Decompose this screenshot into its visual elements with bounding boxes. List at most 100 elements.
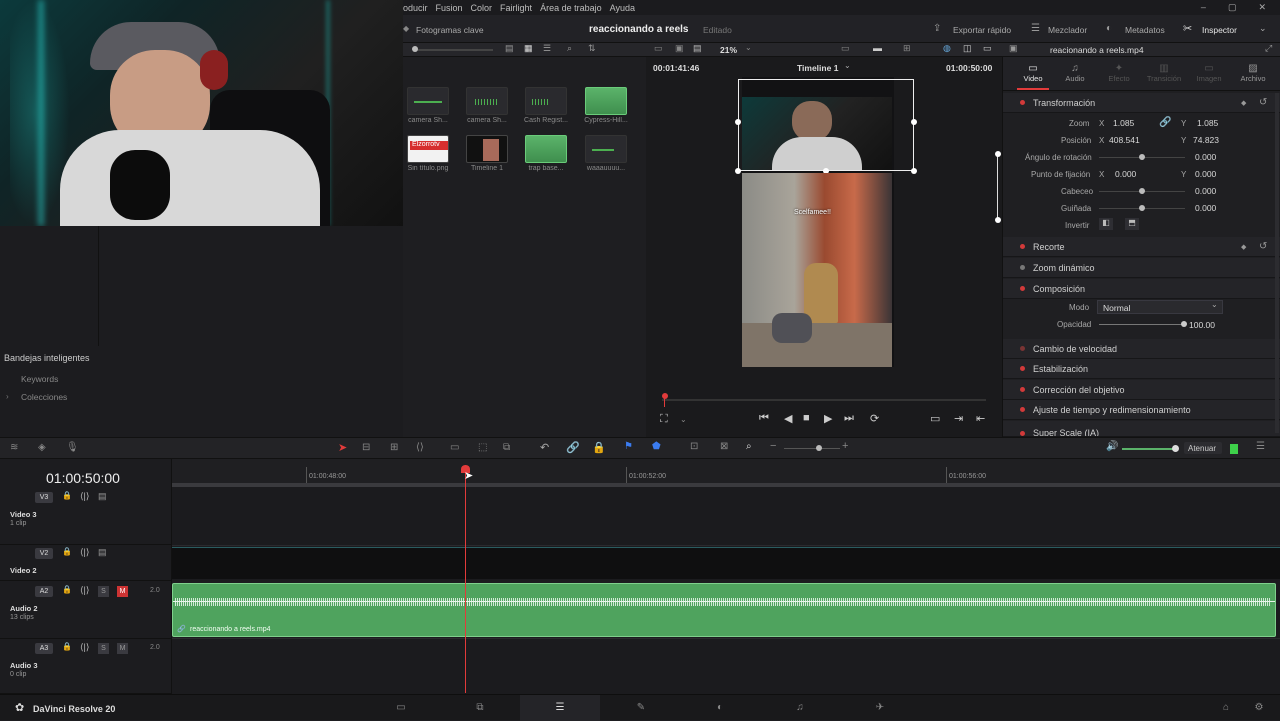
zoom-full-icon[interactable]: ⊡ (690, 441, 698, 452)
lens-correction-section[interactable]: Corrección del objetivo (1003, 380, 1280, 400)
mute-button[interactable]: M (117, 586, 128, 597)
chevron-down-icon[interactable]: ⌄ (1211, 300, 1218, 309)
mixer-button[interactable]: Mezclador (1048, 25, 1087, 35)
scrubber-track[interactable] (662, 399, 986, 401)
minimize-icon[interactable]: – (1201, 2, 1206, 13)
transform-handle[interactable] (911, 119, 917, 125)
menu-item[interactable]: Ayuda (610, 3, 635, 13)
menu-item[interactable]: oducir (403, 3, 428, 13)
auto-select-icon[interactable]: ⟨|⟩ (80, 491, 89, 502)
position-x-field[interactable]: 408.541 (1109, 135, 1140, 145)
viewer-layout-icon[interactable]: ▭ (654, 43, 663, 54)
menu-item[interactable]: Fusion (436, 3, 463, 13)
timeline-clip-thumb[interactable] (466, 135, 508, 163)
anchor-x-field[interactable]: 0.000 (1115, 169, 1136, 179)
safe-area-icon[interactable]: ▬ (873, 43, 882, 53)
audio-clip-thumb[interactable] (585, 135, 627, 163)
fairlight-page-icon[interactable]: ♫ (793, 702, 807, 714)
track-toggle-icon[interactable]: ▤ (98, 491, 107, 502)
dynamic-zoom-section[interactable]: Zoom dinámico (1003, 258, 1280, 278)
track-header-v2[interactable]: V2 🔒 ⟨|⟩ ▤ Video 2 (0, 545, 172, 581)
retime-section[interactable]: Ajuste de tiempo y redimensionamiento (1003, 400, 1280, 420)
position-y-field[interactable]: 74.823 (1193, 135, 1219, 145)
audio-clip-thumb[interactable] (525, 87, 567, 115)
blade-tool-icon[interactable]: ⟨⟩ (416, 442, 424, 453)
stabilization-section[interactable]: Estabilización (1003, 359, 1280, 379)
auto-select-icon[interactable]: ⟨|⟩ (80, 585, 89, 596)
edit-page-icon[interactable]: ☰ (553, 702, 567, 714)
transform-handle[interactable] (911, 168, 917, 174)
transform-handle[interactable] (995, 151, 1001, 157)
deliver-page-icon[interactable]: ✈ (873, 702, 887, 714)
transform-handle[interactable] (995, 217, 1001, 223)
replace-clip-icon[interactable]: ⧉ (503, 442, 510, 453)
tab-audio[interactable]: ♫ Audio (1059, 63, 1091, 83)
mixer-panel-icon[interactable]: ☰ (1256, 441, 1265, 452)
split-view-icon[interactable]: ◫ (963, 43, 972, 54)
next-edit-icon[interactable]: ⇥ (954, 412, 963, 425)
yaw-field[interactable]: 0.000 (1195, 203, 1216, 213)
expand-icon[interactable]: ⤢ (1265, 43, 1272, 54)
inspector-button[interactable]: Inspector (1202, 25, 1237, 35)
thumbnail-size-slider[interactable] (413, 49, 493, 51)
keywords-item[interactable]: Keywords (21, 374, 58, 384)
zoom-custom-icon[interactable]: ⌕ (746, 441, 752, 452)
timeline-timecode[interactable]: 01:00:50:00 (46, 470, 120, 486)
keyframes-icon[interactable]: ◆ (403, 24, 409, 33)
chevron-right-icon[interactable]: › (6, 392, 9, 401)
transform-handle[interactable] (735, 119, 741, 125)
link-icon[interactable]: 🔗 (1159, 117, 1171, 128)
zoom-x-field[interactable]: 1.085 (1113, 118, 1134, 128)
zoom-y-field[interactable]: 1.085 (1197, 118, 1218, 128)
zoom-detail-icon[interactable]: ⊠ (720, 441, 728, 452)
transform-overlay-icon[interactable]: ▭ (841, 43, 850, 54)
image-clip-thumb[interactable]: Elzorrotv (407, 135, 449, 163)
transform-handle[interactable] (735, 168, 741, 174)
insert-clip-icon[interactable]: ▭ (450, 442, 459, 453)
search-icon[interactable]: ⌕ (567, 43, 572, 54)
timeline-selector[interactable]: Timeline 1 (797, 63, 838, 73)
close-icon[interactable]: ✕ (1258, 2, 1266, 13)
link-icon[interactable]: 🔗 (566, 441, 580, 454)
timeline-area[interactable]: 01:00:48:00 01:00:52:00 01:00:56:00 🔗 re… (172, 459, 1280, 699)
color-icon[interactable]: ◍ (943, 43, 951, 54)
composite-section[interactable]: Composición (1003, 279, 1280, 299)
lock-icon[interactable]: 🔒 (62, 547, 72, 556)
rotation-field[interactable]: 0.000 (1195, 152, 1216, 162)
street-scene-preview[interactable]: Scelfamee!! (742, 173, 892, 367)
tab-transition[interactable]: ▥ Transición (1145, 63, 1183, 83)
trim-tool-icon[interactable]: ⊟ (362, 442, 370, 453)
reset-icon[interactable]: ↺ (1259, 241, 1267, 252)
keyframes-label[interactable]: Fotogramas clave (416, 25, 484, 35)
fullscreen-icon[interactable]: ▭ (983, 43, 992, 54)
snapping-icon[interactable]: ↶ (540, 441, 549, 454)
zoom-level[interactable]: 21% (720, 45, 737, 55)
chevron-down-icon[interactable]: ⌄ (680, 415, 687, 424)
loop-icon[interactable]: ⟳ (870, 412, 879, 425)
media-page-icon[interactable]: ▭ (394, 702, 408, 714)
scopes-icon[interactable]: ⊞ (903, 43, 911, 54)
track-header-a3[interactable]: A3 🔒 ⟨|⟩ S M 2.0 Audio 3 0 clip (0, 639, 172, 694)
solo-button[interactable]: S (98, 586, 109, 597)
keyframe-icon[interactable]: ◆ (1241, 99, 1246, 107)
speaker-icon[interactable]: 🔊 (1106, 441, 1118, 452)
audio-clip-thumb[interactable] (407, 87, 449, 115)
timeline-zoom-slider[interactable] (784, 448, 840, 449)
auto-select-icon[interactable]: ⟨|⟩ (80, 547, 89, 558)
collections-item[interactable]: Colecciones (21, 392, 67, 402)
stop-icon[interactable]: ■ (803, 412, 810, 424)
auto-select-icon[interactable]: ⟨|⟩ (80, 642, 89, 653)
marker-icon[interactable]: ⬟ (652, 441, 661, 452)
viewer-grid-icon[interactable]: ▤ (693, 43, 702, 54)
flip-vertical-icon[interactable]: ⬒ (1125, 218, 1139, 230)
track-tag[interactable]: A2 (35, 586, 53, 597)
zoom-out-icon[interactable]: − (770, 440, 776, 452)
viewer-mode-icon[interactable]: ▣ (675, 43, 684, 54)
mic-icon[interactable]: 🎙 (66, 442, 79, 453)
play-icon[interactable]: ▶ (824, 412, 832, 425)
prev-edit-icon[interactable]: ⇤ (976, 412, 985, 425)
flip-horizontal-icon[interactable]: ◧ (1099, 218, 1113, 230)
match-frame-icon[interactable]: ▭ (930, 412, 940, 425)
tab-video[interactable]: ▭ Video (1017, 63, 1049, 83)
menu-item[interactable]: Área de trabajo (540, 3, 602, 13)
